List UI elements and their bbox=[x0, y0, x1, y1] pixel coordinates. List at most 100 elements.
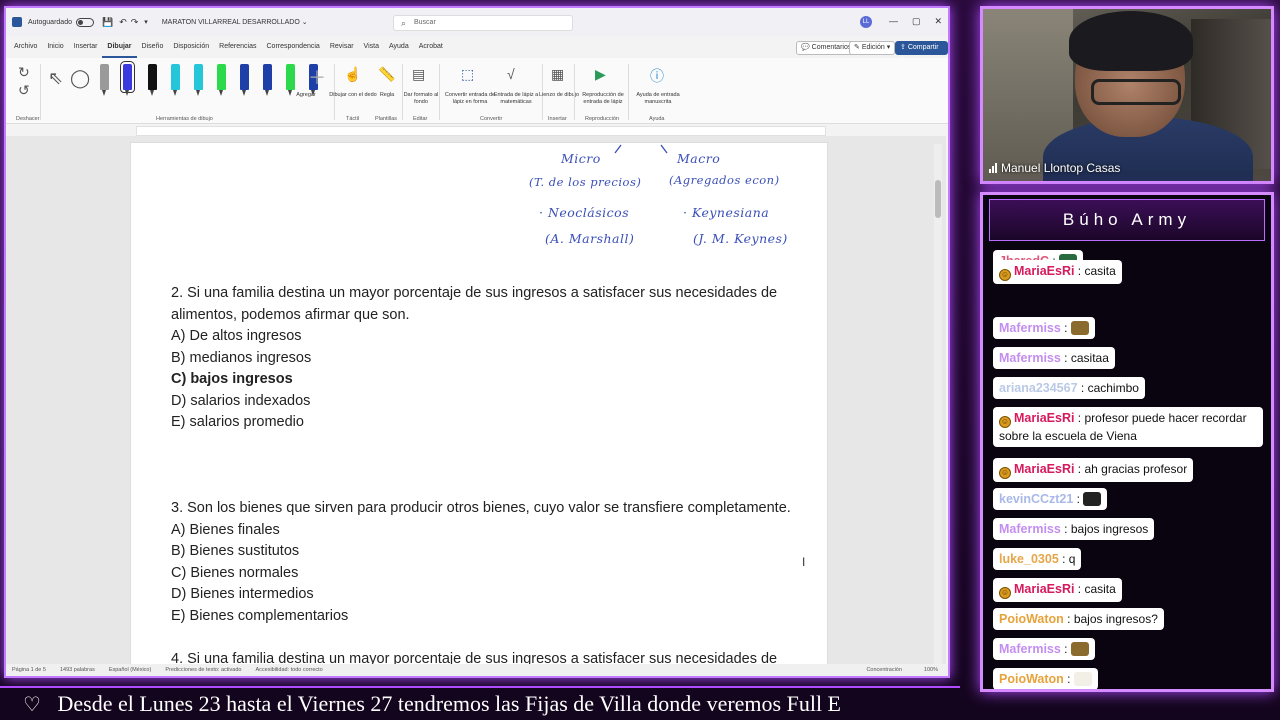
page-count[interactable]: Página 1 de 5 bbox=[12, 667, 46, 673]
eraser-icon[interactable] bbox=[100, 64, 109, 96]
help-group-label: Ayuda bbox=[649, 116, 665, 122]
chat-text: cachimbo bbox=[1087, 381, 1139, 395]
ink-replay-label[interactable]: Reproducción de entrada de lápiz bbox=[578, 92, 628, 106]
word-app-icon bbox=[12, 17, 22, 27]
tab-disposición[interactable]: Disposición bbox=[168, 36, 214, 58]
chat-username[interactable]: Mafermiss bbox=[999, 522, 1061, 536]
save-icon[interactable]: 💾 bbox=[102, 17, 113, 28]
tab-diseño[interactable]: Diseño bbox=[137, 36, 169, 58]
focus-mode[interactable]: Concentración bbox=[866, 667, 901, 673]
ink-to-shape-icon[interactable]: ⬚ bbox=[461, 66, 474, 83]
select-arrow-icon[interactable]: ⇖ bbox=[48, 68, 63, 89]
word-count[interactable]: 1493 palabras bbox=[60, 667, 95, 673]
pen-icon[interactable] bbox=[148, 64, 157, 96]
ink-help-label[interactable]: Ayuda de entrada manuscrita bbox=[633, 92, 683, 106]
emote-icon bbox=[1070, 642, 1089, 656]
text-predictions[interactable]: Predicciones de texto: activado bbox=[165, 667, 241, 673]
accessibility-status[interactable]: Accesibilidad: todo correcto bbox=[255, 667, 322, 673]
chat-text: bajos ingresos? bbox=[1073, 612, 1158, 626]
chat-username[interactable]: MariaEsRi bbox=[1014, 264, 1074, 278]
chat-username[interactable]: ariana234567 bbox=[999, 381, 1078, 395]
autosave-toggle[interactable] bbox=[75, 17, 94, 27]
draw-ribbon: ↻ ↺ ⇖ ◯ ＋ Agregar ☝ Dibujar con el dedo … bbox=[6, 58, 948, 124]
heart-icon: ♡ bbox=[23, 692, 41, 716]
tab-revisar[interactable]: Revisar bbox=[325, 36, 359, 58]
chat-username[interactable]: Mafermiss bbox=[999, 642, 1061, 656]
redo-draw-icon[interactable]: ↻ bbox=[18, 64, 30, 81]
chat-username[interactable]: MariaEsRi bbox=[1014, 462, 1074, 476]
handwritten-branch-lines bbox=[614, 144, 668, 154]
maximize-icon[interactable]: ▢ bbox=[912, 16, 921, 27]
chat-message: ☺ MariaEsRi : ah gracias profesor bbox=[993, 458, 1194, 482]
pen-icon[interactable] bbox=[194, 64, 203, 96]
tab-ayuda[interactable]: Ayuda bbox=[384, 36, 414, 58]
tab-insertar[interactable]: Insertar bbox=[69, 36, 103, 58]
ruler-icon[interactable]: 📏 bbox=[378, 66, 395, 83]
pen-icon[interactable] bbox=[217, 64, 226, 96]
handwritten-micro-sub: (T. de los precios) bbox=[529, 175, 642, 189]
chat-username[interactable]: PoioWaton bbox=[999, 672, 1064, 686]
drawing-canvas-label[interactable]: Lienzo de dibujo bbox=[534, 92, 584, 99]
zoom-level[interactable]: 100% bbox=[924, 667, 938, 673]
ink-to-math-icon[interactable]: √ bbox=[507, 66, 515, 82]
draw-finger-icon[interactable]: ☝ bbox=[344, 66, 361, 83]
avatar[interactable]: LL bbox=[860, 16, 872, 28]
subscriber-badge-icon: ☺ bbox=[999, 587, 1011, 599]
chat-username[interactable]: kevinCCzt21 bbox=[999, 492, 1073, 506]
language[interactable]: Español (México) bbox=[109, 667, 152, 673]
chat-message: kevinCCzt21 : bbox=[993, 488, 1108, 510]
ruler[interactable] bbox=[136, 126, 826, 136]
share-button[interactable]: ⇪ Compartir ▾ bbox=[895, 41, 948, 63]
ink-help-icon[interactable]: ⓘ bbox=[650, 66, 664, 86]
add-pen-label: Agregar bbox=[296, 92, 316, 98]
handwritten-macro-sub: (Agregados econ) bbox=[669, 173, 780, 187]
undo-draw-icon[interactable]: ↺ bbox=[18, 82, 30, 99]
search-input[interactable]: ⌕ Buscar bbox=[393, 15, 573, 31]
chat-text: bajos ingresos bbox=[1070, 522, 1149, 536]
tab-correspondencia[interactable]: Correspondencia bbox=[262, 36, 325, 58]
chat-text: casita bbox=[1084, 264, 1116, 278]
vertical-scrollbar[interactable] bbox=[934, 144, 942, 664]
chevron-down-icon[interactable]: ⌄ bbox=[302, 18, 308, 26]
tab-referencias[interactable]: Referencias bbox=[214, 36, 261, 58]
close-icon[interactable]: ✕ bbox=[934, 16, 942, 27]
scroll-thumb[interactable] bbox=[935, 180, 941, 218]
status-bar: Página 1 de 5 1493 palabras Español (Méx… bbox=[6, 664, 948, 676]
ink-to-shape-label[interactable]: Convertir entrada de lápiz en forma bbox=[443, 92, 497, 106]
drawing-canvas-icon[interactable]: ▦ bbox=[551, 66, 564, 83]
touch-group-label: Táctil bbox=[346, 116, 360, 122]
chat-username[interactable]: PoioWaton bbox=[999, 612, 1064, 626]
replay-group-label: Reproducción bbox=[585, 116, 619, 122]
customize-icon[interactable]: ▾ bbox=[144, 18, 148, 26]
edit-mode-button[interactable]: ✎ Edición ▾ bbox=[849, 41, 896, 55]
pen-icon[interactable] bbox=[240, 64, 249, 96]
undo-icon[interactable]: ↶ bbox=[119, 17, 127, 28]
tab-inicio[interactable]: Inicio bbox=[42, 36, 68, 58]
tab-dibujar[interactable]: Dibujar bbox=[102, 36, 137, 58]
doc-title[interactable]: MARATON VILLARREAL DESARROLLADO bbox=[162, 19, 300, 26]
chat-username[interactable]: Mafermiss bbox=[999, 321, 1061, 335]
tab-acrobat[interactable]: Acrobat bbox=[414, 36, 448, 58]
chat-username[interactable]: luke_0305 bbox=[999, 552, 1059, 566]
chat-username[interactable]: Mafermiss bbox=[999, 351, 1061, 365]
format-background-icon[interactable]: ▤ bbox=[412, 66, 425, 83]
pen-selected-icon[interactable] bbox=[120, 61, 135, 96]
chat-panel: Búho Army JharedC : ☺MariaEsRi : casitaM… bbox=[980, 192, 1274, 692]
pen-icon[interactable] bbox=[263, 64, 272, 96]
ink-replay-icon[interactable]: ▶ bbox=[595, 66, 606, 83]
comments-button[interactable]: 💬 Comentarios bbox=[796, 41, 857, 55]
answer-option: B) Bienes sustitutos bbox=[171, 543, 300, 559]
edit-group-label: Editar bbox=[413, 116, 428, 122]
minimize-icon[interactable]: — bbox=[889, 16, 898, 27]
answer-option: B) medianos ingresos bbox=[171, 349, 312, 366]
tab-vista[interactable]: Vista bbox=[359, 36, 384, 58]
lasso-icon[interactable]: ◯ bbox=[70, 68, 90, 89]
pen-icon[interactable] bbox=[286, 64, 295, 96]
redo-icon[interactable]: ↷ bbox=[131, 17, 139, 28]
add-pen-icon[interactable]: ＋ bbox=[308, 64, 326, 90]
chat-username[interactable]: MariaEsRi bbox=[1014, 411, 1074, 425]
document-page[interactable]: Micro (T. de los precios) · Neoclásicos … bbox=[130, 142, 828, 676]
tab-archivo[interactable]: Archivo bbox=[9, 36, 42, 58]
pen-icon[interactable] bbox=[171, 64, 180, 96]
chat-username[interactable]: MariaEsRi bbox=[1014, 582, 1074, 596]
